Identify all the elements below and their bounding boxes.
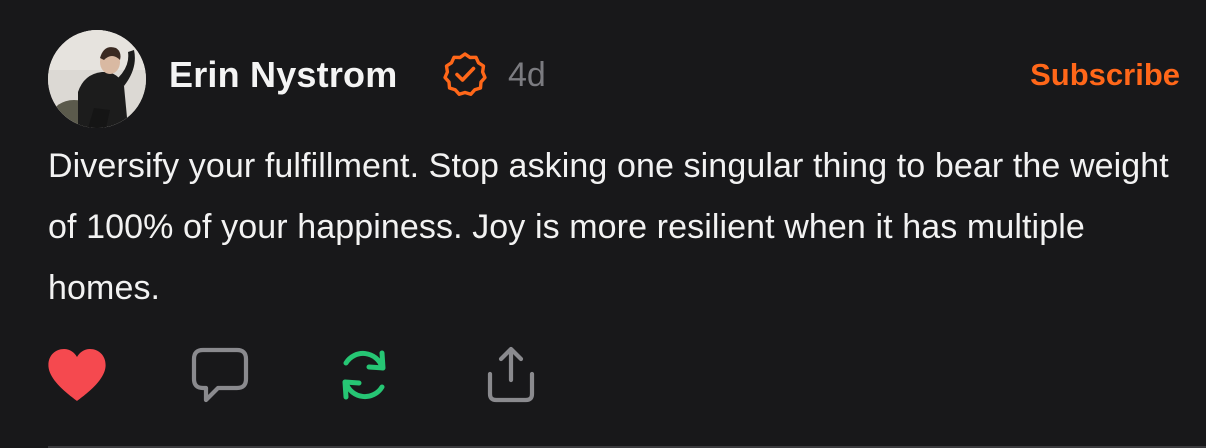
comment-icon (189, 345, 251, 410)
post-card: Erin Nystrom 4d Subscribe Diversify your… (0, 0, 1206, 448)
subscribe-button[interactable]: Subscribe (1030, 54, 1180, 96)
post-body-text: Diversify your fulfillment. Stop asking … (48, 147, 1169, 307)
post-timestamp: 4d (508, 56, 546, 94)
author-name[interactable]: Erin Nystrom (169, 53, 397, 97)
restack-button[interactable] (332, 345, 396, 409)
share-button[interactable] (479, 345, 543, 409)
post-header: Erin Nystrom 4d Subscribe (48, 30, 1182, 130)
avatar[interactable] (48, 30, 146, 128)
share-icon (480, 344, 542, 411)
like-button[interactable] (45, 345, 109, 409)
post-actions (48, 345, 568, 409)
heart-icon (46, 347, 108, 408)
restack-icon (333, 345, 395, 410)
reply-button[interactable] (188, 345, 252, 409)
verified-badge-icon (442, 51, 488, 97)
avatar-image (48, 30, 146, 128)
